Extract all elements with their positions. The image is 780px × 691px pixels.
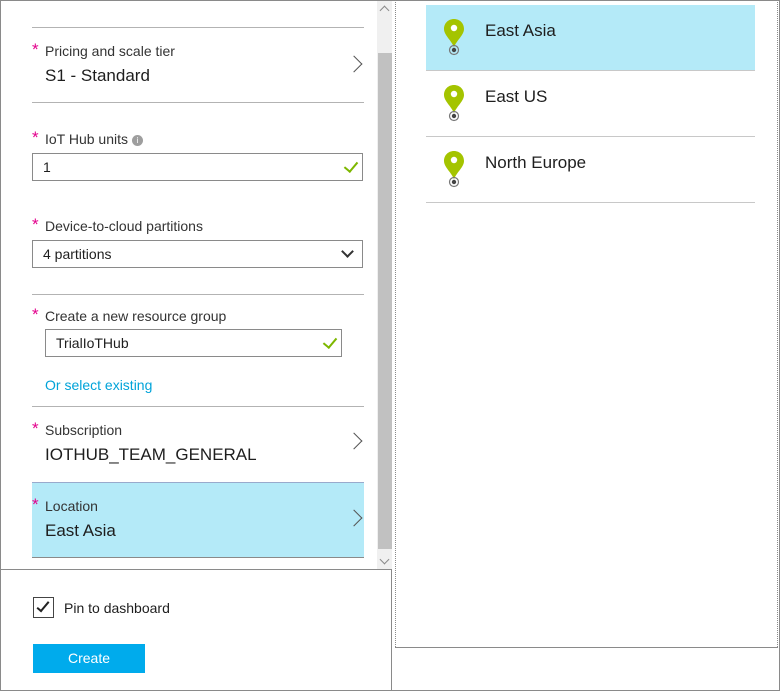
divider [32,406,364,407]
map-pin-icon [444,85,464,122]
location-name: East Asia [485,21,556,40]
location-item[interactable]: East Asia [426,5,755,71]
required-marker: * [32,305,39,324]
chevron-down-icon [341,245,354,258]
map-pin-icon [444,151,464,188]
select-existing-link[interactable]: Or select existing [45,377,152,393]
location-item[interactable]: North Europe [426,137,755,203]
required-marker: * [32,128,39,147]
divider [32,27,364,28]
partitions-dropdown[interactable]: 4 partitions [32,240,363,268]
location-value: East Asia [45,521,116,540]
iot-units-input[interactable]: 1 [32,153,363,181]
subscription-value: IOTHUB_TEAM_GENERAL [45,445,257,464]
resource-group-value: TrialIoTHub [56,335,129,351]
required-marker: * [32,215,39,234]
required-marker: * [32,495,39,514]
pin-to-dashboard-checkbox[interactable] [33,597,54,618]
partitions-field: * Device-to-cloud partitions [32,215,364,238]
create-button[interactable]: Create [33,644,145,673]
divider [32,294,364,295]
location-item[interactable]: East US [426,71,755,137]
location-name: East US [485,87,548,106]
subscription-selector[interactable]: * Subscription IOTHUB_TEAM_GENERAL [32,419,364,466]
form-scroll-area: * Pricing and scale tier S1 - Standard *… [1,1,392,569]
blade-footer-divider [395,647,778,648]
pricing-label: Pricing and scale tier [45,43,175,59]
location-label: Location [45,498,98,514]
iot-units-label: IoT Hub units [45,131,129,147]
map-pin-icon [444,19,464,56]
blade-border-right [777,0,778,647]
location-selector[interactable]: * Location East Asia [32,495,364,542]
scrollbar-thumb[interactable] [378,53,392,549]
partitions-label: Device-to-cloud partitions [45,218,203,234]
location-name: North Europe [485,153,587,172]
iot-units-value: 1 [43,159,51,175]
pricing-value: S1 - Standard [45,66,150,85]
pricing-tier-selector[interactable]: * Pricing and scale tier S1 - Standard [32,40,364,87]
footer-divider [1,569,392,570]
required-marker: * [32,419,39,438]
required-marker: * [32,40,39,59]
resource-group-label: Create a new resource group [45,308,227,324]
pin-to-dashboard-label: Pin to dashboard [64,600,170,616]
divider [32,102,364,103]
hub-settings-blade: * Pricing and scale tier S1 - Standard *… [1,1,392,690]
blade-border-left [395,0,396,647]
resource-group-input[interactable]: TrialIoTHub [45,329,342,357]
resource-group-field: * Create a new resource group [32,305,364,328]
info-icon[interactable]: i [132,135,144,146]
partitions-value: 4 partitions [43,246,112,262]
iot-units-field: * IoT Hub units i [32,128,364,151]
subscription-label: Subscription [45,422,123,438]
checkmark-icon [36,598,50,613]
